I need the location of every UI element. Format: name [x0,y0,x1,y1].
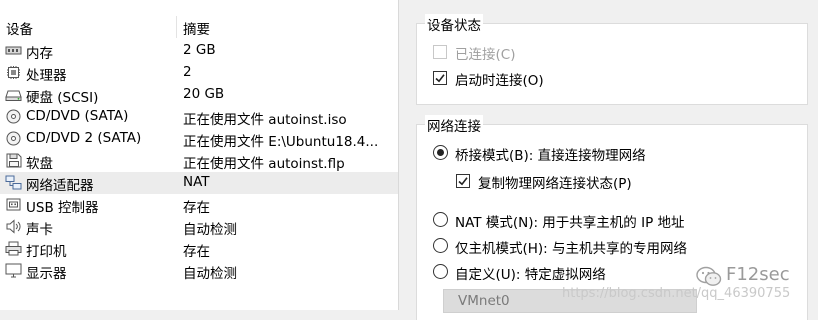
connect-at-power-on-row[interactable]: 启动时连接(O) [433,69,633,89]
device-name: 内存 [26,46,53,62]
device-row[interactable]: CD/DVD (SATA) 正在使用文件 autoinst.iso [0,106,398,128]
connected-checkbox-row[interactable]: 已连接(C) [433,43,633,63]
cd-dvd-icon [5,131,22,146]
device-summary: 存在 [183,200,210,216]
device-row[interactable]: 网络适配器 NAT [0,172,398,194]
vmnet-select-value: VMnet0 [458,293,510,309]
device-row[interactable]: 显示器 自动检测 [0,260,398,282]
device-row[interactable]: 软盘 正在使用文件 autoinst.flp [0,150,398,172]
device-name: 打印机 [26,244,67,260]
device-name: 显示器 [26,266,67,282]
cd-dvd-icon [5,109,22,124]
processor-icon [5,65,22,80]
checkmark-icon [458,177,468,186]
brand-text: F12sec [726,264,790,285]
device-summary: NAT [183,174,210,190]
wechat-icon [696,266,722,286]
hard-disk-icon [5,87,22,102]
nat-mode-label: NAT 模式(N): 用于共享主机的 IP 地址 [455,215,685,231]
device-summary: 正在使用文件 autoinst.flp [183,156,345,172]
connected-checkbox[interactable] [433,45,447,59]
device-column-header[interactable]: 设备 [6,18,33,38]
summary-column-header[interactable]: 摘要 [183,18,210,38]
host-only-row[interactable]: 仅主机模式(H): 与主机共享的专用网络 [433,237,793,257]
printer-icon [5,241,22,256]
device-row[interactable]: 处理器 2 [0,62,398,84]
device-name: 软盘 [26,156,53,172]
bridged-mode-label: 桥接模式(B): 直接连接物理网络 [455,148,646,164]
nat-mode-row[interactable]: NAT 模式(N): 用于共享主机的 IP 地址 [433,211,793,231]
bridged-mode-radio[interactable] [433,145,448,160]
device-summary: 20 GB [183,86,225,102]
device-summary: 正在使用文件 E:\Ubuntu18.4... [183,134,379,150]
host-only-radio[interactable] [433,238,448,253]
display-icon [5,263,22,278]
memory-icon [5,43,22,58]
device-name: 硬盘 (SCSI) [26,90,99,106]
device-summary: 2 GB [183,42,216,58]
device-name: CD/DVD 2 (SATA) [26,130,142,146]
device-list-panel: 设备 摘要 内存 2 GB 处理器 2 硬盘 (SCSI) 20 GB CD/DVD (SA… [0,0,399,310]
custom-network-label: 自定义(U): 特定虚拟网络 [455,267,606,283]
device-name: 网络适配器 [26,178,94,194]
device-summary: 存在 [183,244,210,260]
device-status-group: 设备状态 已连接(C) 启动时连接(O) [416,14,808,105]
device-name: CD/DVD (SATA) [26,108,129,124]
host-only-label: 仅主机模式(H): 与主机共享的专用网络 [455,241,688,257]
header-divider[interactable] [176,16,177,38]
wechat-watermark: F12sec [696,264,816,290]
replicate-state-label: 复制物理网络连接状态(P) [478,176,632,192]
network-connection-title: 网络连接 [425,115,483,135]
checkmark-icon [435,74,445,83]
network-adapter-icon [5,175,22,190]
device-status-title: 设备状态 [425,14,483,34]
radio-dot [437,149,444,156]
device-row[interactable]: 硬盘 (SCSI) 20 GB [0,84,398,106]
device-summary: 自动检测 [183,266,237,282]
nat-mode-radio[interactable] [433,212,448,227]
device-row[interactable]: USB 控制器 存在 [0,194,398,216]
device-row[interactable]: 内存 2 GB [0,40,398,62]
device-summary: 正在使用文件 autoinst.iso [183,112,347,128]
device-table-body: 内存 2 GB 处理器 2 硬盘 (SCSI) 20 GB CD/DVD (SATA) 正在使… [0,40,398,282]
replicate-state-row[interactable]: 复制物理网络连接状态(P) [456,172,756,192]
device-name: 声卡 [26,222,53,238]
sound-icon [5,219,22,234]
device-name: USB 控制器 [26,200,99,216]
connect-at-power-on-checkbox[interactable] [433,71,447,85]
usb-icon [5,197,22,212]
device-row[interactable]: 打印机 存在 [0,238,398,260]
custom-network-radio[interactable] [433,264,448,279]
device-table-header: 设备 摘要 [0,16,398,38]
device-row[interactable]: 声卡 自动检测 [0,216,398,238]
device-row[interactable]: CD/DVD 2 (SATA) 正在使用文件 E:\Ubuntu18.4... [0,128,398,150]
device-summary: 2 [183,64,192,80]
connected-label: 已连接(C) [455,47,516,63]
bridged-mode-row[interactable]: 桥接模式(B): 直接连接物理网络 [433,144,793,164]
replicate-state-checkbox[interactable] [456,174,470,188]
device-summary: 自动检测 [183,222,237,238]
floppy-icon [5,153,22,168]
device-name: 处理器 [26,68,67,84]
connect-at-power-on-label: 启动时连接(O) [455,73,544,89]
